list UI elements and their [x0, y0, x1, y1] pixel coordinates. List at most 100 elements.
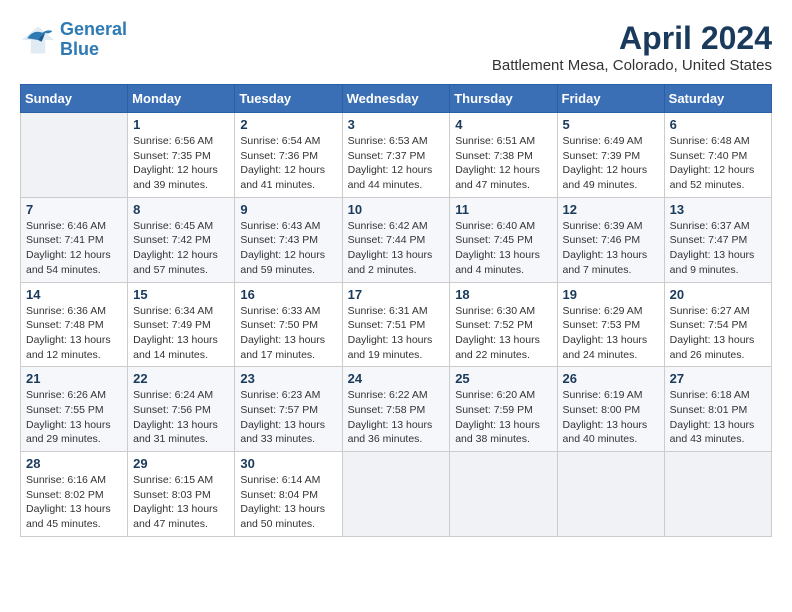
calendar-cell: 30Sunrise: 6:14 AMSunset: 8:04 PMDayligh… — [235, 452, 342, 537]
header-day-saturday: Saturday — [664, 85, 771, 113]
day-number: 29 — [133, 456, 229, 471]
calendar-cell: 25 Sunrise: 6:20 AMSunset: 7:59 PMDayligh… — [450, 367, 557, 452]
calendar-cell: 15Sunrise: 6:34 AMSunset: 7:49 PMDayligh… — [128, 282, 235, 367]
calendar-week-1: 1 Sunrise: 6:56 AMSunset: 7:35 PMDaylight… — [21, 113, 772, 198]
calendar-cell — [21, 113, 128, 198]
calendar-cell: 6 Sunrise: 6:48 AMSunset: 7:40 PMDaylight… — [664, 113, 771, 198]
day-info: Sunrise: 6:43 AMSunset: 7:43 PMDaylight:… — [240, 219, 336, 278]
day-number: 21 — [26, 371, 122, 386]
day-number: 23 — [240, 371, 336, 386]
day-number: 13 — [670, 202, 766, 217]
day-info: Sunrise: 6:51 AMSunset: 7:38 PMDaylight:… — [455, 134, 551, 193]
calendar-cell: 24 Sunrise: 6:22 AMSunset: 7:58 PMDayligh… — [342, 367, 450, 452]
title-block: April 2024 Battlement Mesa, Colorado, Un… — [492, 20, 772, 74]
calendar-cell: 28Sunrise: 6:16 AMSunset: 8:02 PMDayligh… — [21, 452, 128, 537]
calendar-cell: 21 Sunrise: 6:26 AMSunset: 7:55 PMDayligh… — [21, 367, 128, 452]
day-number: 20 — [670, 287, 766, 302]
calendar-cell: 5 Sunrise: 6:49 AMSunset: 7:39 PMDaylight… — [557, 113, 664, 198]
calendar-cell: 18 Sunrise: 6:30 AMSunset: 7:52 PMDayligh… — [450, 282, 557, 367]
calendar-cell: 8Sunrise: 6:45 AMSunset: 7:42 PMDaylight… — [128, 197, 235, 282]
day-number: 11 — [455, 202, 551, 217]
day-info: Sunrise: 6:34 AMSunset: 7:49 PMDaylight:… — [133, 304, 229, 363]
calendar-cell — [557, 452, 664, 537]
day-info: Sunrise: 6:24 AMSunset: 7:56 PMDaylight:… — [133, 388, 229, 447]
calendar-cell: 23 Sunrise: 6:23 AMSunset: 7:57 PMDayligh… — [235, 367, 342, 452]
calendar-week-5: 28Sunrise: 6:16 AMSunset: 8:02 PMDayligh… — [21, 452, 772, 537]
header-day-sunday: Sunday — [21, 85, 128, 113]
calendar-week-3: 14 Sunrise: 6:36 AMSunset: 7:48 PMDayligh… — [21, 282, 772, 367]
day-info: Sunrise: 6:27 AMSunset: 7:54 PMDaylight:… — [670, 304, 766, 363]
calendar-cell: 12 Sunrise: 6:39 AMSunset: 7:46 PMDayligh… — [557, 197, 664, 282]
day-info: Sunrise: 6:46 AMSunset: 7:41 PMDaylight:… — [26, 219, 122, 278]
calendar-cell — [664, 452, 771, 537]
calendar-cell: 16Sunrise: 6:33 AMSunset: 7:50 PMDayligh… — [235, 282, 342, 367]
day-number: 24 — [348, 371, 445, 386]
calendar-cell: 13 Sunrise: 6:37 AMSunset: 7:47 PMDayligh… — [664, 197, 771, 282]
calendar-cell: 9 Sunrise: 6:43 AMSunset: 7:43 PMDaylight… — [235, 197, 342, 282]
calendar-cell: 26Sunrise: 6:19 AMSunset: 8:00 PMDayligh… — [557, 367, 664, 452]
calendar-cell: 11 Sunrise: 6:40 AMSunset: 7:45 PMDayligh… — [450, 197, 557, 282]
header-day-wednesday: Wednesday — [342, 85, 450, 113]
day-info: Sunrise: 6:53 AMSunset: 7:37 PMDaylight:… — [348, 134, 445, 193]
day-number: 8 — [133, 202, 229, 217]
day-number: 27 — [670, 371, 766, 386]
day-info: Sunrise: 6:31 AMSunset: 7:51 PMDaylight:… — [348, 304, 445, 363]
calendar-cell: 27Sunrise: 6:18 AMSunset: 8:01 PMDayligh… — [664, 367, 771, 452]
calendar-cell: 19 Sunrise: 6:29 AMSunset: 7:53 PMDayligh… — [557, 282, 664, 367]
day-info: Sunrise: 6:15 AMSunset: 8:03 PMDaylight:… — [133, 473, 229, 532]
day-info: Sunrise: 6:23 AMSunset: 7:57 PMDaylight:… — [240, 388, 336, 447]
calendar-cell — [450, 452, 557, 537]
day-info: Sunrise: 6:22 AMSunset: 7:58 PMDaylight:… — [348, 388, 445, 447]
day-info: Sunrise: 6:40 AMSunset: 7:45 PMDaylight:… — [455, 219, 551, 278]
calendar-week-2: 7 Sunrise: 6:46 AMSunset: 7:41 PMDaylight… — [21, 197, 772, 282]
day-number: 7 — [26, 202, 122, 217]
calendar-cell: 4 Sunrise: 6:51 AMSunset: 7:38 PMDaylight… — [450, 113, 557, 198]
calendar-cell: 2 Sunrise: 6:54 AMSunset: 7:36 PMDaylight… — [235, 113, 342, 198]
calendar-title: April 2024 — [492, 20, 772, 57]
calendar-body: 1 Sunrise: 6:56 AMSunset: 7:35 PMDaylight… — [21, 113, 772, 537]
header-row: SundayMondayTuesdayWednesdayThursdayFrid… — [21, 85, 772, 113]
day-info: Sunrise: 6:30 AMSunset: 7:52 PMDaylight:… — [455, 304, 551, 363]
header-day-thursday: Thursday — [450, 85, 557, 113]
day-number: 25 — [455, 371, 551, 386]
page-header: General Blue April 2024 Battlement Mesa,… — [20, 20, 772, 74]
calendar-cell — [342, 452, 450, 537]
calendar-week-4: 21 Sunrise: 6:26 AMSunset: 7:55 PMDayligh… — [21, 367, 772, 452]
day-info: Sunrise: 6:39 AMSunset: 7:46 PMDaylight:… — [563, 219, 659, 278]
day-number: 10 — [348, 202, 445, 217]
day-number: 12 — [563, 202, 659, 217]
day-number: 5 — [563, 117, 659, 132]
calendar-cell: 22Sunrise: 6:24 AMSunset: 7:56 PMDayligh… — [128, 367, 235, 452]
day-number: 9 — [240, 202, 336, 217]
day-number: 4 — [455, 117, 551, 132]
day-number: 14 — [26, 287, 122, 302]
day-info: Sunrise: 6:20 AMSunset: 7:59 PMDaylight:… — [455, 388, 551, 447]
calendar-cell: 10 Sunrise: 6:42 AMSunset: 7:44 PMDayligh… — [342, 197, 450, 282]
logo-text-blue: Blue — [60, 40, 127, 60]
day-info: Sunrise: 6:54 AMSunset: 7:36 PMDaylight:… — [240, 134, 336, 193]
day-info: Sunrise: 6:56 AMSunset: 7:35 PMDaylight:… — [133, 134, 229, 193]
calendar-table: SundayMondayTuesdayWednesdayThursdayFrid… — [20, 84, 772, 537]
calendar-cell: 29 Sunrise: 6:15 AMSunset: 8:03 PMDayligh… — [128, 452, 235, 537]
day-info: Sunrise: 6:49 AMSunset: 7:39 PMDaylight:… — [563, 134, 659, 193]
day-number: 16 — [240, 287, 336, 302]
day-info: Sunrise: 6:29 AMSunset: 7:53 PMDaylight:… — [563, 304, 659, 363]
day-info: Sunrise: 6:48 AMSunset: 7:40 PMDaylight:… — [670, 134, 766, 193]
day-info: Sunrise: 6:42 AMSunset: 7:44 PMDaylight:… — [348, 219, 445, 278]
calendar-header: SundayMondayTuesdayWednesdayThursdayFrid… — [21, 85, 772, 113]
header-day-tuesday: Tuesday — [235, 85, 342, 113]
calendar-cell: 3 Sunrise: 6:53 AMSunset: 7:37 PMDaylight… — [342, 113, 450, 198]
logo: General Blue — [20, 20, 127, 60]
day-number: 2 — [240, 117, 336, 132]
day-number: 28 — [26, 456, 122, 471]
day-number: 18 — [455, 287, 551, 302]
calendar-cell: 14 Sunrise: 6:36 AMSunset: 7:48 PMDayligh… — [21, 282, 128, 367]
day-info: Sunrise: 6:26 AMSunset: 7:55 PMDaylight:… — [26, 388, 122, 447]
day-number: 19 — [563, 287, 659, 302]
day-number: 3 — [348, 117, 445, 132]
day-number: 6 — [670, 117, 766, 132]
day-number: 26 — [563, 371, 659, 386]
day-info: Sunrise: 6:37 AMSunset: 7:47 PMDaylight:… — [670, 219, 766, 278]
day-info: Sunrise: 6:36 AMSunset: 7:48 PMDaylight:… — [26, 304, 122, 363]
day-number: 1 — [133, 117, 229, 132]
